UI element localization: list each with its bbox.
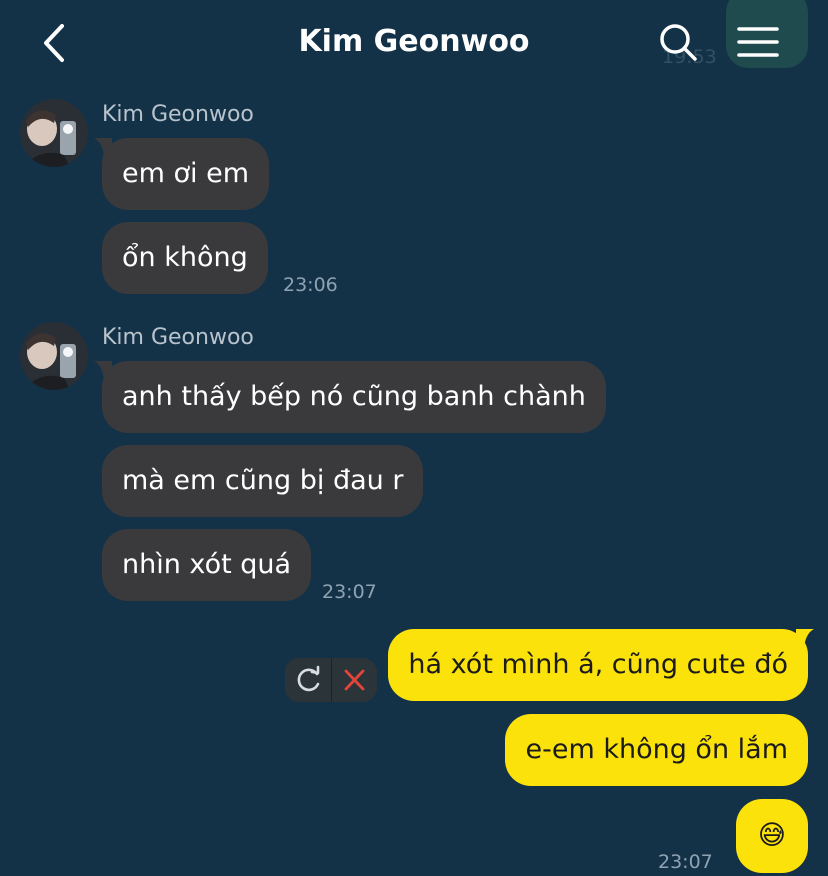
delete-button[interactable]	[332, 658, 377, 702]
outgoing-message-bubble[interactable]: há xót mình á, cũng cute đó	[388, 629, 808, 701]
search-button[interactable]	[656, 20, 700, 64]
incoming-message-bubble[interactable]: nhìn xót quá	[102, 529, 312, 601]
message-timestamp: 23:06	[283, 274, 338, 296]
retry-icon	[297, 665, 320, 692]
delete-x-icon	[344, 669, 365, 691]
search-icon	[660, 24, 697, 61]
outgoing-emoji-bubble[interactable]: 😅	[735, 799, 808, 873]
chat-title: Kim Geonwoo	[298, 24, 530, 59]
outgoing-message-bubble[interactable]: e-em không ổn lắm	[505, 714, 808, 786]
incoming-message-bubble[interactable]: em ơi em	[102, 138, 270, 210]
menu-icon	[737, 27, 779, 57]
incoming-message-bubble[interactable]: mà em cũng bị đau r	[102, 445, 424, 517]
sender-name: Kim Geonwoo	[102, 325, 254, 350]
sender-name: Kim Geonwoo	[102, 102, 254, 127]
avatar[interactable]	[20, 322, 88, 390]
failed-message-actions	[285, 658, 377, 702]
chat-header: 19:53 Kim Geonwoo	[0, 0, 828, 86]
incoming-message-bubble[interactable]: anh thấy bếp nó cũng banh chành	[102, 361, 606, 433]
retry-button[interactable]	[285, 658, 331, 702]
incoming-message-bubble[interactable]: ổn không	[102, 222, 268, 294]
avatar[interactable]	[20, 99, 88, 167]
message-timestamp: 23:07	[658, 851, 713, 873]
message-timestamp: 23:07	[322, 581, 377, 603]
menu-button[interactable]	[736, 20, 780, 64]
